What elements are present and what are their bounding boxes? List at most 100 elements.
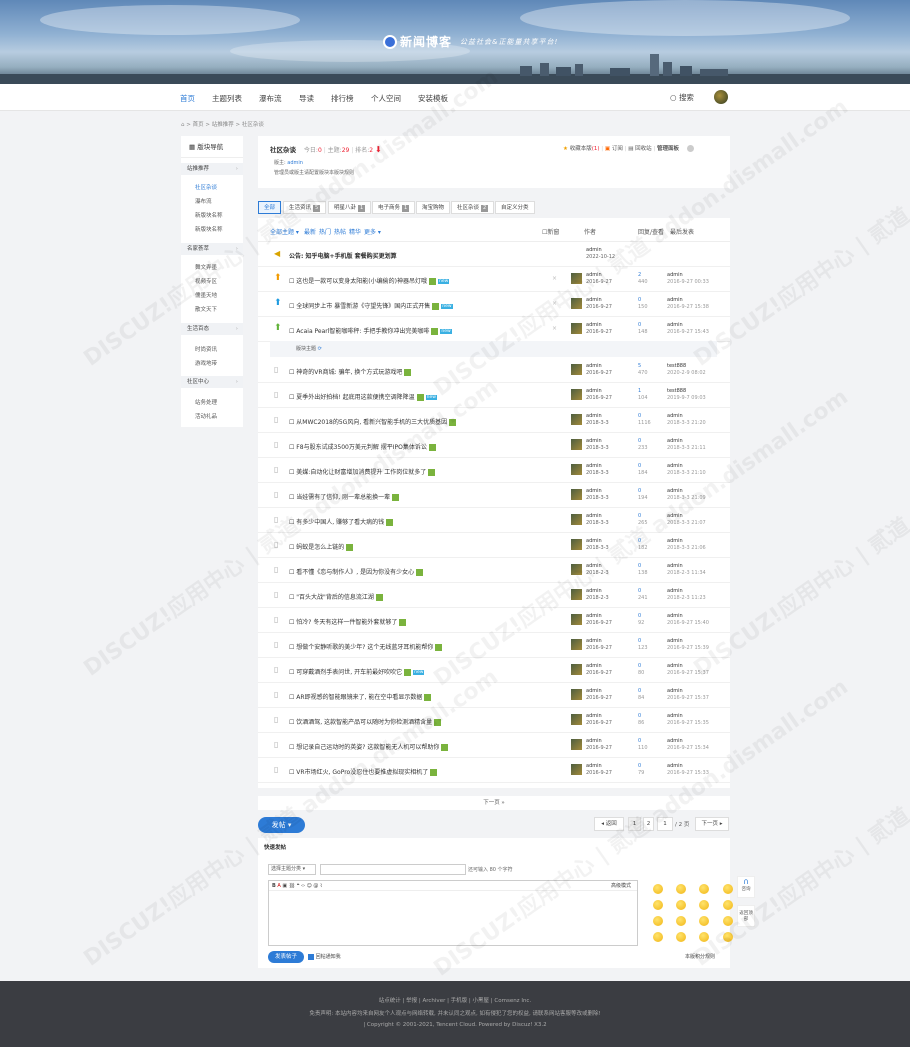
last-poster[interactable]: admin [667, 513, 683, 519]
author-name[interactable]: admin [586, 563, 602, 569]
last-poster[interactable]: admin [667, 463, 683, 469]
thread-row[interactable]: ▯ ☐ 从MWC2018的5G风向, 看新兴智能手机的三大优质基因 admin 201… [258, 408, 730, 433]
tab-category[interactable]: 淘宝购物 [416, 201, 451, 214]
thread-title[interactable]: ☐ F8与股东试成3500万美元判解 摆平IPO集体诉讼 [289, 442, 436, 451]
emoji-icon[interactable] [699, 900, 709, 910]
sidebar-item[interactable]: 社区杂谈 [195, 183, 217, 191]
thread-row[interactable]: ⬆ ☐ 这也是一款可以变身太阳能(小编偷的)神器吊灯哦 new × admin 2016-… [258, 267, 730, 292]
author-avatar[interactable] [571, 414, 582, 425]
author-avatar[interactable] [571, 323, 582, 334]
reply-count[interactable]: 0 [638, 588, 641, 594]
nav-waterfall[interactable]: 瀑布流 [259, 93, 282, 104]
thread-row[interactable]: ▯ ☐ 怕冷? 冬天有这样一件智能外套就够了 admin 2016-9-27 0 92 ad… [258, 608, 730, 633]
nav-ranking[interactable]: 排行榜 [331, 93, 354, 104]
close-icon[interactable]: × [552, 275, 557, 282]
reply-count[interactable]: 0 [638, 613, 641, 619]
last-poster[interactable]: admin [667, 272, 683, 278]
sidebar-item[interactable]: 散文天下 [195, 305, 217, 313]
thread-row[interactable]: ▯ ☐ 当娃需有了信仰, 刚一辈总能换一辈 admin 2018-3-3 0 194 adm… [258, 483, 730, 508]
bold-icon[interactable]: B [272, 883, 276, 889]
thread-title[interactable]: ☐ 想记录自己运动时的英姿? 这款智能无人机可以帮助你 [289, 742, 449, 751]
reply-count[interactable]: 0 [638, 322, 641, 328]
thread-row[interactable]: ▯ ☐ 想做个安静听歌的美少年? 这个无线蓝牙耳机能帮你 admin 2016-9-2… [258, 633, 730, 658]
reply-count[interactable]: 0 [638, 513, 641, 519]
last-poster[interactable]: admin [667, 322, 683, 328]
last-poster[interactable]: admin [667, 297, 683, 303]
manage-panel-button[interactable]: 管理面板 [657, 146, 679, 152]
close-icon[interactable] [686, 145, 694, 152]
thread-title[interactable]: ☐ 有多少中国人, 赚够了看大病的钱 [289, 517, 394, 526]
reply-count[interactable]: 0 [638, 488, 641, 494]
thread-row[interactable]: ⬆ ☐ Acaia Pearl智能咖啡秤: 手把手教你冲出完美咖啡 new × admi… [258, 317, 730, 342]
sidebar-group[interactable]: 社区中心 › [181, 376, 243, 388]
title-input[interactable] [320, 864, 466, 875]
search-button[interactable]: ○ 搜索 [670, 92, 694, 103]
service-button[interactable]: ∩ 咨询 [737, 876, 755, 898]
last-poster[interactable]: admin [667, 713, 683, 719]
thread-title[interactable]: ☐ 夏季外出好拍档! 起底用这款便携空调降降温 new [289, 392, 437, 401]
emoji-icon[interactable] [653, 900, 663, 910]
reply-count[interactable]: 0 [638, 638, 641, 644]
nav-install-template[interactable]: 安装模板 [418, 93, 448, 104]
nav-home[interactable]: 首页 [180, 93, 195, 104]
tab-category[interactable]: 社区杂谈 2 [451, 201, 495, 214]
thread-title[interactable]: ☐ 这也是一款可以变身太阳能(小编偷的)神器吊灯哦 new [289, 276, 450, 285]
thread-row[interactable]: ▯ ☐ VR市场红火, GoPro没忍住也要推虚拟现实相机了 admin 2016-9… [258, 758, 730, 783]
nav-guide[interactable]: 导读 [299, 93, 314, 104]
thread-title[interactable]: ☐ AR即视感的智能眼镜来了, 能在空中看显示数据 [289, 692, 432, 701]
reply-count[interactable]: 5 [638, 363, 641, 369]
thread-title[interactable]: ☐ 怕冷? 冬天有这样一件智能外套就够了 [289, 617, 407, 626]
author-name[interactable]: admin [586, 438, 602, 444]
page-1[interactable]: 1 [628, 817, 641, 831]
emoji-icon[interactable] [653, 932, 663, 942]
last-poster[interactable]: admin [667, 538, 683, 544]
reply-count[interactable]: 0 [638, 688, 641, 694]
emoji-icon[interactable] [723, 932, 733, 942]
post-editor[interactable]: B A ▣ ⛓ ❝ ‹› ☺ @ ⌇ 高级模式 [268, 880, 638, 946]
last-poster[interactable]: admin [667, 613, 683, 619]
reply-count[interactable]: 0 [638, 713, 641, 719]
nav-space[interactable]: 个人空间 [371, 93, 401, 104]
thread-row[interactable]: ▯ ☐ 看不懂《恋与制作人》, 是因为你没有少女心 admin 2018-2-3 0 13… [258, 558, 730, 583]
thread-title[interactable]: ☐ 想做个安静听歌的美少年? 这个无线蓝牙耳机能帮你 [289, 642, 443, 651]
author-avatar[interactable] [571, 639, 582, 650]
thread-row[interactable]: ▯ ☐ "百头大战"背后的信息流江湖 admin 2018-2-3 0 241 admin 2… [258, 583, 730, 608]
last-poster[interactable]: admin [667, 588, 683, 594]
author-name[interactable]: admin [586, 513, 602, 519]
emoji-icon[interactable] [723, 916, 733, 926]
author-name[interactable]: admin [586, 613, 602, 619]
author-avatar[interactable] [571, 514, 582, 525]
author-avatar[interactable] [571, 739, 582, 750]
sidebar-group[interactable]: 站推推荐 › [181, 163, 243, 175]
site-logo[interactable]: 新闻博客 公益社会&正能量共享平台! [383, 33, 558, 50]
last-poster[interactable]: admin [667, 663, 683, 669]
font-color-icon[interactable]: A [277, 883, 280, 889]
thread-row[interactable]: ▯ ☐ 夏季外出好拍档! 起底用这款便携空调降降温 new admin 2016-9-2… [258, 383, 730, 408]
emoji-icon[interactable] [676, 916, 686, 926]
thread-row[interactable]: ▯ ☐ 饮酒酒驾, 这款智能产品可以随时为你检测酒精含量 admin 2016-9-2… [258, 708, 730, 733]
close-icon[interactable]: × [552, 325, 557, 332]
sidebar-item[interactable]: 新版块名称 [195, 211, 223, 219]
reply-count[interactable]: 0 [638, 438, 641, 444]
breadcrumb-home[interactable]: 首页 [193, 122, 204, 128]
thread-row[interactable]: ▯ ☐ 美媒:自动化让财富增加消费提升 工作岗位就多了 admin 2018-3-3 0… [258, 458, 730, 483]
author-avatar[interactable] [571, 539, 582, 550]
last-poster[interactable]: admin [667, 688, 683, 694]
thread-row[interactable]: ▯ ☐ 神奇的VR商城: 骗年, 换个方式玩游戏吧 admin 2016-9-27 5 4… [258, 358, 730, 383]
user-avatar[interactable] [714, 90, 728, 104]
author-name[interactable]: admin [586, 688, 602, 694]
emoji-icon[interactable] [676, 884, 686, 894]
sidebar-item[interactable]: 活动礼品 [195, 412, 217, 420]
thread-title[interactable]: ☐ "百头大战"背后的信息流江湖 [289, 592, 383, 601]
author-avatar[interactable] [571, 464, 582, 475]
last-poster[interactable]: admin [667, 638, 683, 644]
author-name[interactable]: admin [586, 388, 602, 394]
sidebar-item[interactable]: 站务处理 [195, 398, 217, 406]
emoji-icon[interactable] [653, 884, 663, 894]
last-poster[interactable]: admin [667, 488, 683, 494]
reply-count[interactable]: 0 [638, 463, 641, 469]
refresh-icon[interactable]: ⟳ [318, 346, 322, 352]
author-avatar[interactable] [571, 564, 582, 575]
category-select[interactable]: 选择主题分类 ▾ [268, 864, 316, 875]
thread-title[interactable]: ☐ 看不懂《恋与制作人》, 是因为你没有少女心 [289, 567, 424, 576]
